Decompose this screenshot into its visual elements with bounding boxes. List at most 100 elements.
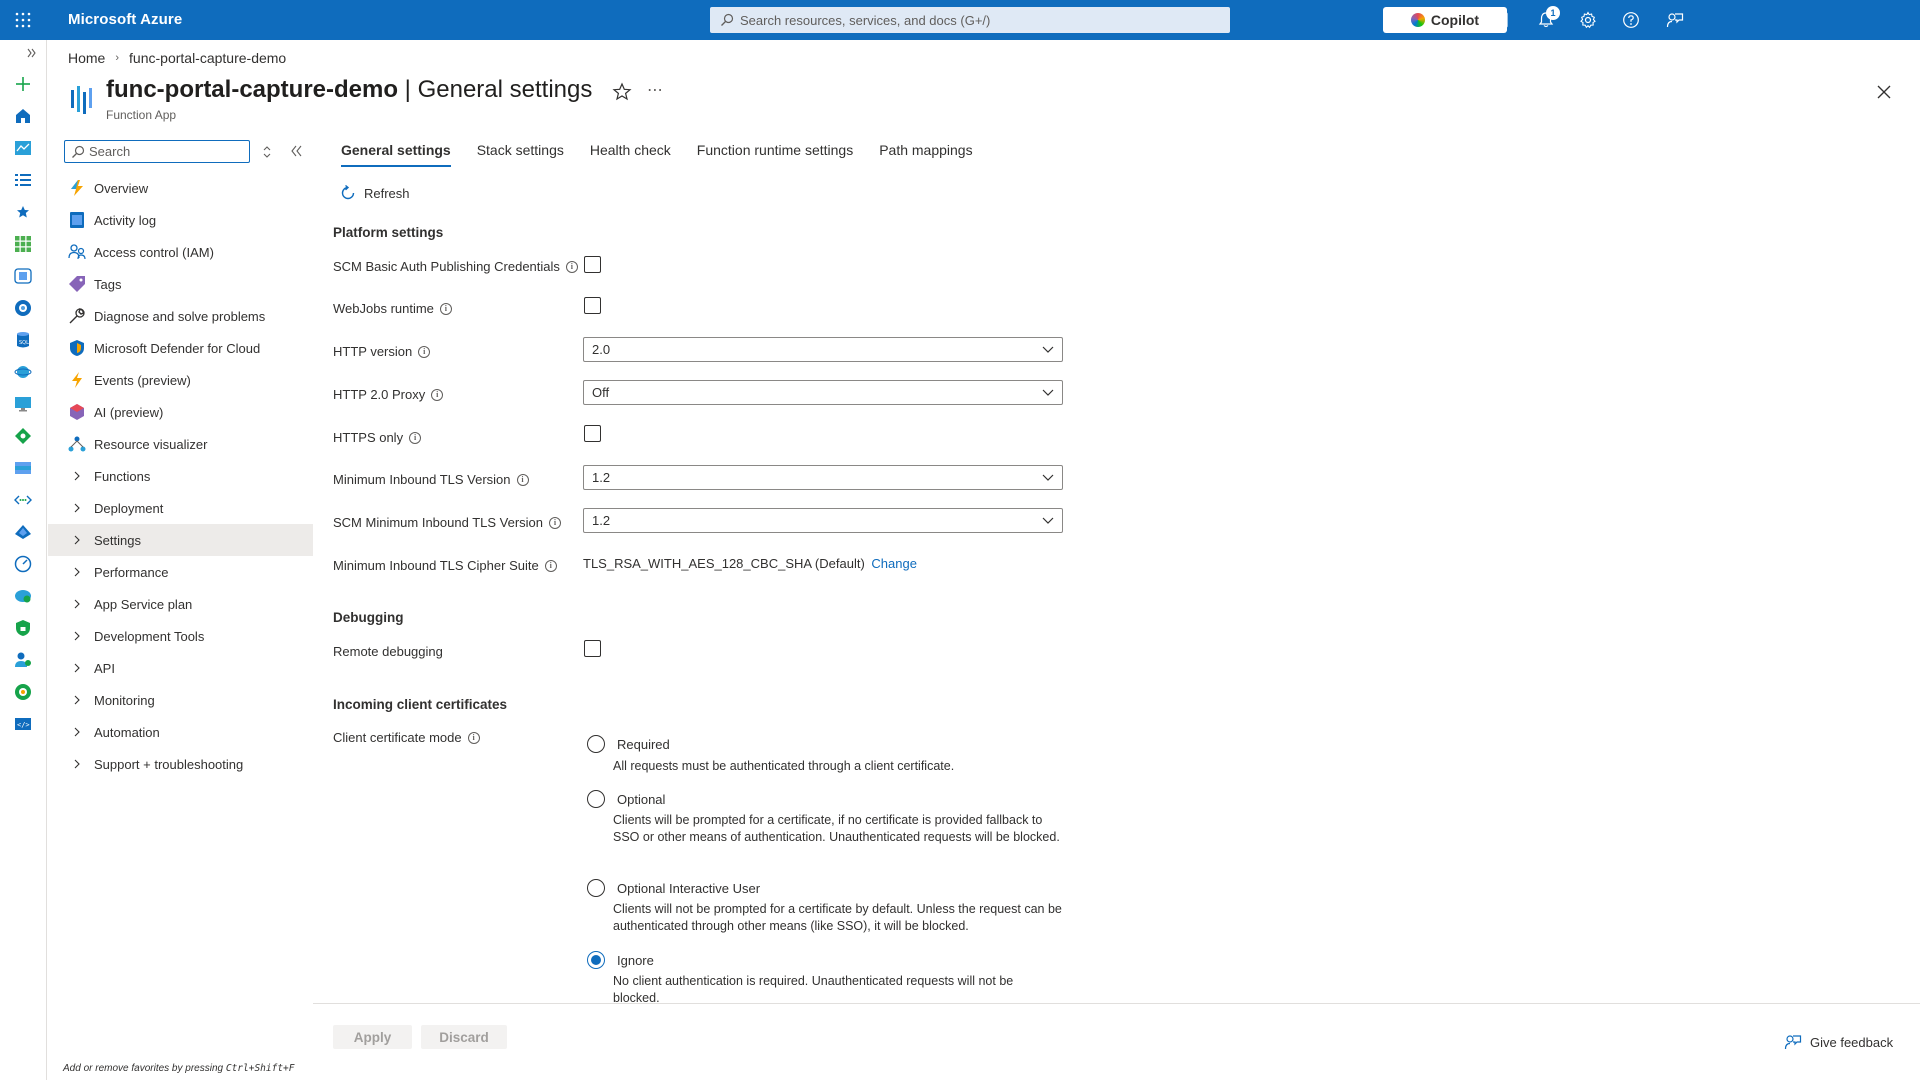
portal-nav-rail: SQL </> [0, 40, 47, 1080]
menu-item-tags[interactable]: Tags [48, 268, 313, 300]
tab-function-runtime-settings[interactable]: Function runtime settings [689, 138, 861, 164]
menu-group-development-tools[interactable]: Development Tools [48, 620, 313, 652]
settings-gear-icon[interactable] [1578, 10, 1598, 30]
monitor-icon[interactable] [13, 554, 33, 574]
radio-required-button[interactable] [587, 735, 605, 753]
menu-group-settings[interactable]: Settings [48, 524, 313, 556]
menu-group-label: Development Tools [94, 628, 205, 644]
remote-debugging-checkbox[interactable] [584, 640, 601, 657]
http2-proxy-dropdown[interactable]: Off [583, 380, 1063, 405]
resource-groups-icon[interactable] [13, 266, 33, 286]
more-options-icon[interactable]: ⋯ [645, 82, 665, 102]
menu-item-access-control[interactable]: Access control (IAM) [48, 236, 313, 268]
info-icon[interactable]: i [439, 302, 452, 315]
discard-button[interactable]: Discard [421, 1025, 507, 1049]
storage-accounts-icon[interactable] [13, 458, 33, 478]
menu-group-monitoring[interactable]: Monitoring [48, 684, 313, 716]
menu-group-functions[interactable]: Functions [48, 460, 313, 492]
global-search[interactable] [710, 7, 1230, 33]
virtual-networks-icon[interactable] [13, 490, 33, 510]
info-icon[interactable]: i [418, 345, 431, 358]
radio-optional[interactable]: Optional [587, 790, 665, 808]
radio-ignore-button[interactable] [587, 951, 605, 969]
info-icon[interactable]: i [544, 559, 557, 572]
radio-optional-interactive-description: Clients will not be prompted for a certi… [613, 902, 1062, 933]
menu-group-label: Automation [94, 724, 160, 740]
menu-item-resource-visualizer[interactable]: Resource visualizer [48, 428, 313, 460]
menu-search[interactable] [64, 140, 250, 163]
global-search-input[interactable] [740, 12, 1220, 28]
devops-icon[interactable]: </> [13, 714, 33, 734]
info-icon[interactable]: i [516, 473, 529, 486]
favorites-star-icon[interactable] [13, 202, 33, 222]
scm-basic-auth-checkbox[interactable] [584, 256, 601, 273]
feedback-icon[interactable] [1665, 10, 1685, 30]
menu-group-deployment[interactable]: Deployment [48, 492, 313, 524]
help-support-icon[interactable] [13, 682, 33, 702]
refresh-button[interactable]: Refresh [340, 185, 410, 201]
https-only-checkbox[interactable] [584, 425, 601, 442]
load-balancers-icon[interactable] [13, 426, 33, 446]
apply-button[interactable]: Apply [333, 1025, 412, 1049]
collapse-menu-icon[interactable] [288, 142, 306, 160]
all-services-icon[interactable] [13, 170, 33, 190]
info-icon[interactable]: i [549, 516, 562, 529]
virtual-machines-icon[interactable] [13, 394, 33, 414]
cloud-shell-icon[interactable] [1489, 10, 1509, 30]
menu-item-diagnose[interactable]: Diagnose and solve problems [48, 300, 313, 332]
menu-item-activity-log[interactable]: Activity log [48, 204, 313, 236]
expand-rail-icon[interactable] [25, 46, 39, 60]
tab-stack-settings[interactable]: Stack settings [469, 138, 572, 164]
sql-databases-icon[interactable]: SQL [13, 330, 33, 350]
tab-path-mappings[interactable]: Path mappings [871, 138, 980, 164]
app-launcher-icon[interactable] [14, 11, 32, 29]
create-resource-icon[interactable] [13, 74, 33, 94]
http-version-dropdown[interactable]: 2.0 [583, 337, 1063, 362]
radio-optional-interactive-button[interactable] [587, 879, 605, 897]
favorites-hint: Add or remove favorites by pressing Ctrl… [63, 1063, 295, 1074]
breadcrumb-home[interactable]: Home [68, 50, 105, 66]
radio-optional-button[interactable] [587, 790, 605, 808]
favorite-star-icon[interactable] [612, 82, 632, 102]
menu-group-automation[interactable]: Automation [48, 716, 313, 748]
scm-min-tls-dropdown[interactable]: 1.2 [583, 508, 1063, 533]
menu-group-api[interactable]: API [48, 652, 313, 684]
app-services-icon[interactable] [13, 298, 33, 318]
security-center-icon[interactable] [13, 618, 33, 638]
tab-general-settings[interactable]: General settings [333, 138, 459, 167]
all-resources-icon[interactable] [13, 234, 33, 254]
brand-name[interactable]: Microsoft Azure [68, 11, 182, 28]
dashboard-icon[interactable] [13, 138, 33, 158]
menu-item-events[interactable]: Events (preview) [48, 364, 313, 396]
give-feedback-button[interactable]: Give feedback [1784, 1033, 1893, 1051]
breadcrumb-current[interactable]: func-portal-capture-demo [129, 50, 286, 66]
menu-item-overview[interactable]: Overview [48, 172, 313, 204]
close-icon[interactable] [1874, 82, 1894, 102]
notifications-icon[interactable]: 1 [1536, 6, 1560, 30]
help-icon[interactable] [1621, 10, 1641, 30]
client-cert-mode-text: Client certificate mode [333, 730, 462, 745]
menu-group-app-service-plan[interactable]: App Service plan [48, 588, 313, 620]
radio-optional-interactive[interactable]: Optional Interactive User [587, 879, 760, 897]
advisor-icon[interactable] [13, 586, 33, 606]
entra-id-icon[interactable] [13, 522, 33, 542]
menu-search-input[interactable] [89, 144, 249, 159]
radio-ignore[interactable]: Ignore [587, 951, 654, 969]
info-icon[interactable]: i [467, 731, 480, 744]
cipher-change-link[interactable]: Change [871, 556, 917, 571]
cost-management-icon[interactable] [13, 650, 33, 670]
info-icon[interactable]: i [409, 431, 422, 444]
menu-group-support[interactable]: Support + troubleshooting [48, 748, 313, 780]
webjobs-runtime-checkbox[interactable] [584, 297, 601, 314]
radio-required[interactable]: Required [587, 735, 670, 753]
info-icon[interactable]: i [565, 260, 578, 273]
menu-item-ai[interactable]: AI (preview) [48, 396, 313, 428]
sort-icon[interactable] [258, 143, 276, 161]
menu-group-performance[interactable]: Performance [48, 556, 313, 588]
tab-health-check[interactable]: Health check [582, 138, 679, 164]
info-icon[interactable]: i [431, 388, 444, 401]
cosmos-db-icon[interactable] [13, 362, 33, 382]
home-icon[interactable] [13, 106, 33, 126]
min-tls-dropdown[interactable]: 1.2 [583, 465, 1063, 490]
menu-item-defender[interactable]: Microsoft Defender for Cloud [48, 332, 313, 364]
